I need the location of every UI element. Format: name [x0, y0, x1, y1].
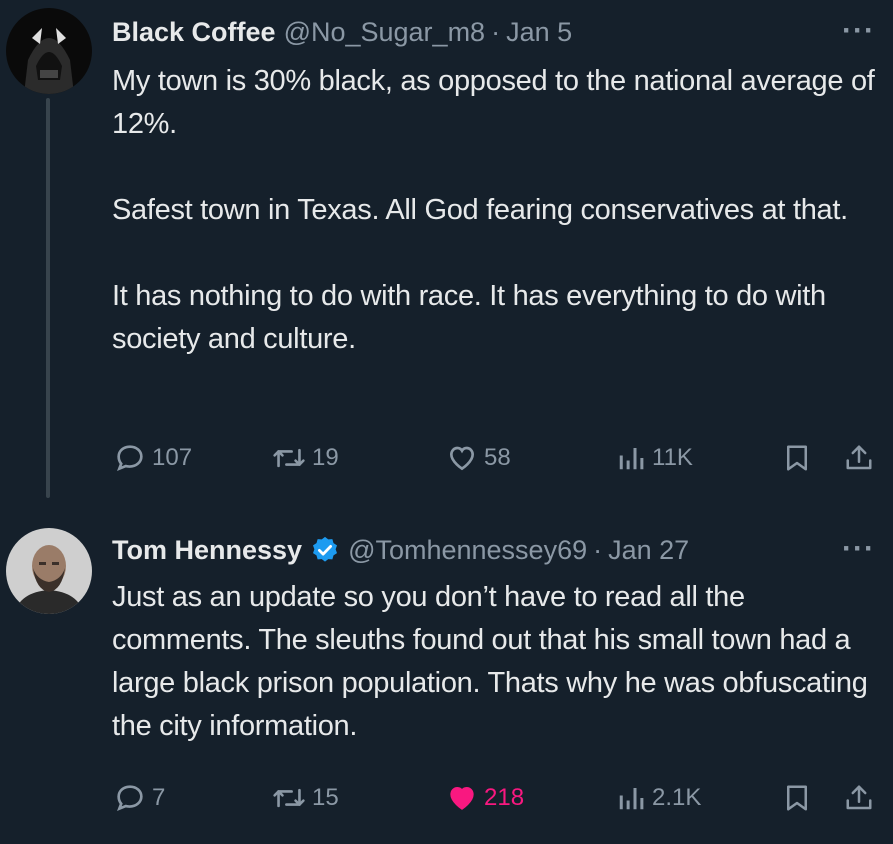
tweet-header: Black Coffee @No_Sugar_m8 · Jan 5	[112, 12, 572, 52]
retweet-count: 15	[312, 784, 339, 811]
tweet-date[interactable]: Jan 5	[506, 17, 572, 48]
avatar[interactable]	[6, 8, 92, 94]
like-button[interactable]: 218	[446, 778, 524, 818]
tweet-paragraph: Just as an update so you don’t have to r…	[112, 581, 868, 742]
author-name[interactable]: Tom Hennessy	[112, 535, 302, 566]
speech-bubble-icon	[117, 785, 143, 812]
tweet-paragraph: My town is 30% black, as opposed to the …	[112, 65, 875, 140]
tweet-text: Just as an update so you don’t have to r…	[112, 576, 882, 748]
like-count: 58	[484, 444, 511, 471]
reply-button[interactable]: 107	[114, 438, 192, 478]
reply-count: 107	[152, 444, 193, 471]
share-button[interactable]	[844, 438, 874, 478]
view-count: 2.1K	[652, 784, 702, 811]
author-handle[interactable]: @Tomhennessey69	[348, 535, 587, 566]
views-button[interactable]: 11K	[616, 438, 693, 478]
retweet-button[interactable]: 19	[272, 438, 339, 478]
action-bar: 7 15 218 2.1K	[0, 778, 893, 818]
views-button[interactable]: 2.1K	[616, 778, 701, 818]
reply-button[interactable]: 7	[114, 778, 165, 818]
like-count: 218	[484, 784, 525, 811]
heart-icon	[450, 786, 474, 810]
tweet-date[interactable]: Jan 27	[608, 535, 689, 566]
more-options-icon[interactable]: ···	[842, 14, 875, 48]
reply-count: 7	[152, 784, 166, 811]
author-handle[interactable]: @No_Sugar_m8	[284, 17, 486, 48]
author-name[interactable]: Black Coffee	[112, 17, 276, 48]
separator: ·	[491, 16, 501, 47]
bookmark-icon	[787, 785, 807, 811]
bookmark-button[interactable]	[782, 438, 812, 478]
more-options-icon[interactable]: ···	[842, 532, 875, 566]
action-bar: 107 19 58 11K	[0, 438, 893, 478]
tweet-paragraph: Safest town in Texas. All God fearing co…	[112, 194, 848, 226]
retweet-count: 19	[312, 444, 339, 471]
tweet-tom-hennessy[interactable]: Tom Hennessy @Tomhennessey69 · Jan 27 ··…	[0, 500, 893, 844]
retweet-button[interactable]: 15	[272, 778, 339, 818]
share-upload-icon	[846, 785, 872, 810]
share-button[interactable]	[844, 778, 874, 818]
avatar[interactable]	[6, 528, 92, 614]
bar-chart-icon	[619, 788, 644, 810]
bookmark-icon	[787, 445, 807, 471]
verified-badge-icon	[310, 535, 340, 565]
retweet-arrows-icon	[273, 448, 305, 468]
share-upload-icon	[846, 445, 872, 470]
heart-icon	[449, 446, 475, 471]
bar-chart-icon	[619, 448, 644, 470]
tweet-black-coffee[interactable]: Black Coffee @No_Sugar_m8 · Jan 5 ··· My…	[0, 0, 893, 500]
tweet-text: My town is 30% black, as opposed to the …	[112, 60, 882, 361]
bookmark-button[interactable]	[782, 778, 812, 818]
like-button[interactable]: 58	[446, 438, 511, 478]
view-count: 11K	[652, 444, 693, 471]
retweet-arrows-icon	[273, 788, 305, 808]
tweet-header: Tom Hennessy @Tomhennessey69 · Jan 27	[112, 530, 689, 570]
separator: ·	[593, 534, 603, 565]
speech-bubble-icon	[117, 445, 143, 472]
tweet-paragraph: It has nothing to do with race. It has e…	[112, 280, 826, 355]
